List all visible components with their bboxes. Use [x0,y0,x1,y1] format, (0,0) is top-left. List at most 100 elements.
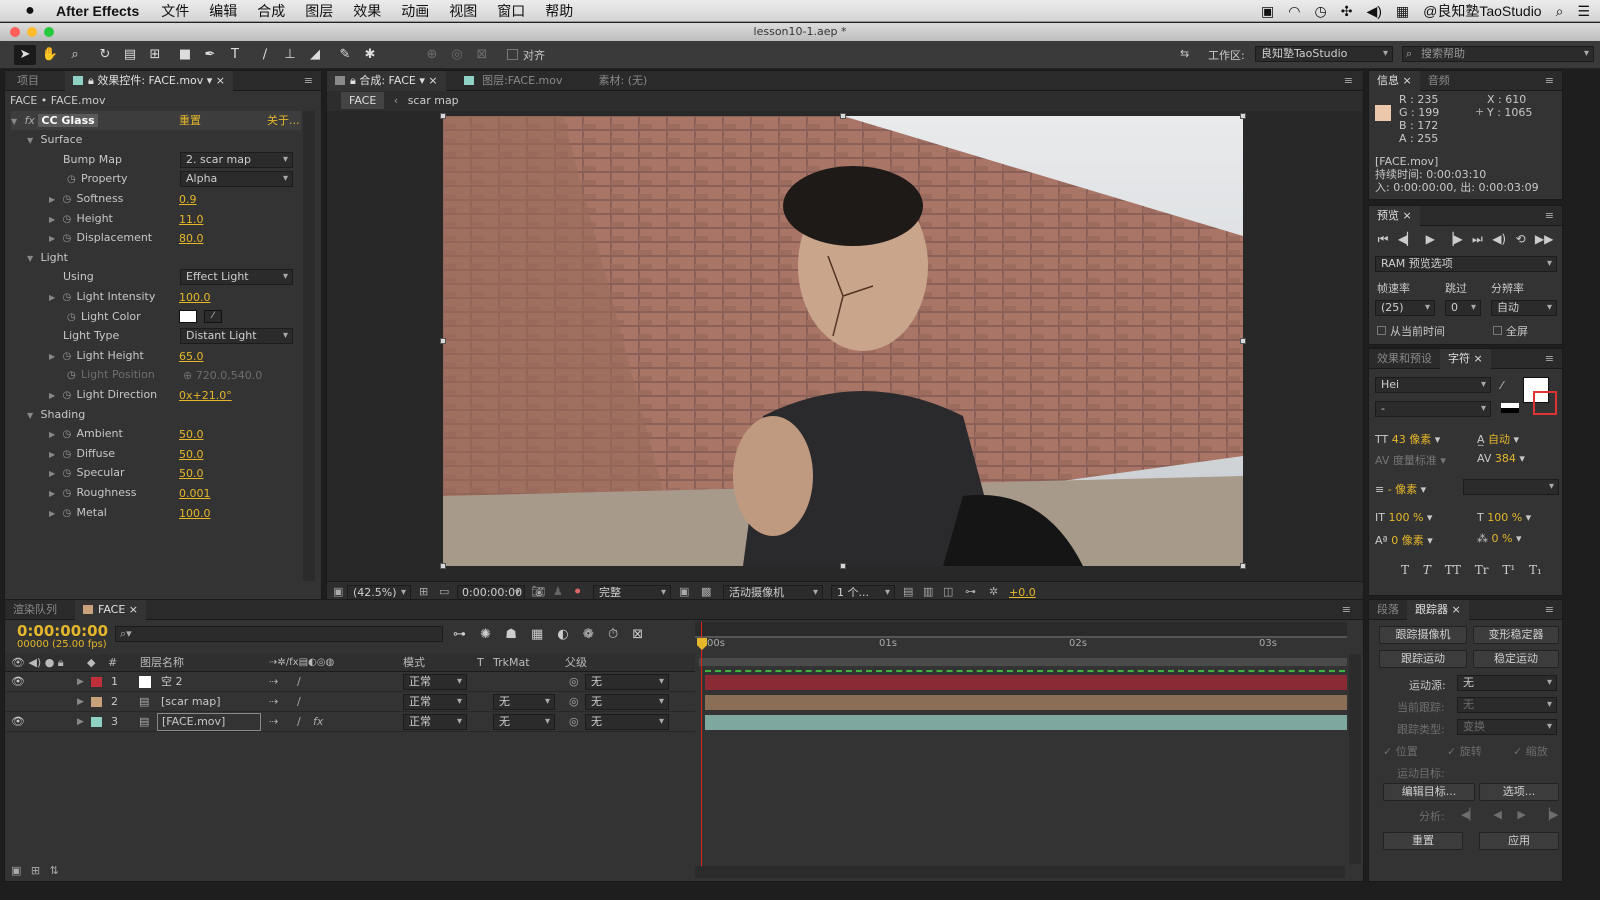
safe-zones-icon[interactable]: ⊞ [419,585,428,598]
timeline-scrollbar[interactable] [1349,654,1361,864]
eyedropper-icon[interactable]: ⁄ [204,310,222,323]
tab-preview[interactable]: 预览 × [1369,205,1420,226]
transparency-grid-icon[interactable]: ▩ [701,585,711,598]
camera-tool-icon[interactable]: ▤ [119,45,141,65]
exposure-value[interactable]: +0.0 [1009,586,1036,599]
expand-icon[interactable]: ▶ [49,347,59,366]
tab-paragraph[interactable]: 段落 [1369,600,1407,620]
resolution-dropdown[interactable]: 自动 [1491,300,1557,316]
panel-menu-icon[interactable]: ≡ [1545,74,1554,87]
previous-frame-icon[interactable]: ◀▏ [1398,232,1416,247]
region-of-interest-icon[interactable]: ▣ [679,585,689,598]
tab-face-comp[interactable]: FACE × [75,599,146,620]
warp-stabilizer-button[interactable]: 变形稳定器 [1473,626,1559,644]
expand-icon[interactable]: ▶ [49,288,59,307]
effect-header-row[interactable]: ▼ fx CC Glass 重置 关于... [11,111,301,130]
brainstorm-icon[interactable]: ❁ [583,627,594,642]
expand-icon[interactable]: ▶ [77,692,84,712]
fast-preview-icon[interactable]: ▥ [923,585,933,598]
graph-editor-icon[interactable]: ⊠ [632,627,643,642]
font-size-row[interactable]: TT 43 像素 ▾ [1375,431,1440,447]
height-value[interactable]: 11.0 [179,210,204,229]
stopwatch-icon[interactable]: ◷ [63,425,73,444]
brush-tool-icon[interactable]: ∕ [254,45,276,65]
layer-label-swatch[interactable] [91,677,102,687]
selection-tool-icon[interactable]: ➤ [14,44,36,65]
frame-blending-icon[interactable]: ▦ [531,627,543,642]
loop-icon[interactable]: ⟲ [1515,232,1525,247]
rotate-tool-icon[interactable]: ↻ [94,45,116,65]
toggle-transfer-icon[interactable]: ⊞ [31,864,40,877]
crumb-face[interactable]: FACE [341,92,385,109]
track-motion-button[interactable]: 跟踪运动 [1379,650,1467,668]
group-surface[interactable]: ▼ Surface [27,130,82,149]
bump-map-dropdown[interactable]: 2. scar map [180,152,293,168]
lock-icon[interactable]: 🔒︎ [350,74,356,87]
parent-dropdown[interactable]: 无 [585,714,669,730]
eyedropper-icon[interactable]: ⁄ [1501,379,1503,392]
clone-stamp-tool-icon[interactable]: ⊥ [279,45,301,65]
transform-handle[interactable] [440,338,446,344]
tab-effects-presets[interactable]: 效果和预设 [1369,349,1440,369]
rectangle-tool-icon[interactable]: ■ [174,45,196,65]
toggle-in-out-icon[interactable]: ⇅ [50,864,59,877]
light-type-dropdown[interactable]: Distant Light [180,328,293,344]
expand-icon[interactable]: ▶ [49,484,59,503]
small-caps-button[interactable]: Tr [1475,563,1489,577]
list-icon[interactable]: ☰ [1577,3,1590,20]
layer-label-swatch[interactable] [91,717,102,727]
shy-icon[interactable]: ☗ [505,627,517,642]
vertical-scale-value[interactable]: 100 % [1388,511,1423,524]
pan-behind-tool-icon[interactable]: ⊞ [144,45,166,65]
stroke-width-value[interactable]: - 像素 [1388,483,1417,496]
camera-icon[interactable]: ▣ [1261,3,1274,20]
expand-icon[interactable]: ▶ [49,464,59,483]
fullscreen-checkbox[interactable]: 全屏 [1493,323,1528,339]
layer-label-swatch[interactable] [91,697,102,707]
ram-preview-icon[interactable]: ▶▶ [1535,232,1553,247]
last-frame-icon[interactable]: ⏭ [1472,232,1483,247]
panel-menu-icon[interactable]: ≡ [1342,603,1351,616]
toggle-switches-icon[interactable]: ▣ [11,864,21,877]
tab-footage[interactable]: 素材: (无) [591,71,656,91]
ram-preview-options-dropdown[interactable]: RAM 预览选项 [1375,256,1557,272]
light-height-value[interactable]: 65.0 [179,347,204,366]
close-window-button[interactable] [10,27,20,37]
menu-view[interactable]: 视图 [449,1,477,21]
stopwatch-icon[interactable]: ◷ [63,386,73,405]
tab-audio[interactable]: 音频 [1420,71,1458,91]
expand-icon[interactable]: ▶ [49,386,59,405]
crumb-scar-map[interactable]: scar map [408,94,459,107]
expand-icon[interactable]: ▶ [77,672,84,692]
trkmat-dropdown[interactable]: 无 [493,694,555,710]
mode-dropdown[interactable]: 正常 [403,694,467,710]
all-caps-button[interactable]: TT [1445,563,1461,577]
shy-switch-icon[interactable]: ⇢ [269,692,278,712]
light-direction-value[interactable]: 0x+21.0° [179,386,232,405]
time-machine-icon[interactable]: ◷ [1314,3,1326,20]
always-preview-icon[interactable]: ▣ [333,585,343,598]
auto-keyframe-icon[interactable]: ⏱ [608,627,618,642]
menu-composition[interactable]: 合成 [257,1,285,21]
roto-brush-tool-icon[interactable]: ✎ [334,45,356,65]
hand-tool-icon[interactable]: ✋ [39,45,61,65]
next-frame-icon[interactable]: ▕▶ [1444,232,1462,247]
expand-icon[interactable]: ▶ [77,712,84,732]
diffuse-value[interactable]: 50.0 [179,445,204,464]
timeline-timecode[interactable]: 0:00:00:00 [17,622,108,640]
softness-value[interactable]: 0.9 [179,190,197,209]
subscript-button[interactable]: T₁ [1529,563,1542,577]
panel-menu-icon[interactable]: ≡ [1545,209,1554,222]
panel-menu-icon[interactable]: ≡ [1344,74,1353,87]
displacement-value[interactable]: 80.0 [179,229,204,248]
pick-whip-icon[interactable]: ◎ [569,672,579,692]
stroke-width-row[interactable]: ≡ - 像素 ▾ [1375,481,1426,497]
font-size-value[interactable]: 43 像素 [1392,433,1432,446]
current-time-indicator[interactable] [701,622,702,870]
transform-handle[interactable] [440,113,446,119]
app-name-menu[interactable]: After Effects [56,3,139,19]
layer-row[interactable]: ▶ 2 ▤ [scar map] ⇢ ∕ 正常 无 ◎ 无 [5,692,695,712]
flowchart-icon[interactable]: ⊶ [965,585,976,598]
toggle-pixel-aspect-icon[interactable]: ▤ [903,585,913,598]
transform-handle[interactable] [840,113,846,119]
